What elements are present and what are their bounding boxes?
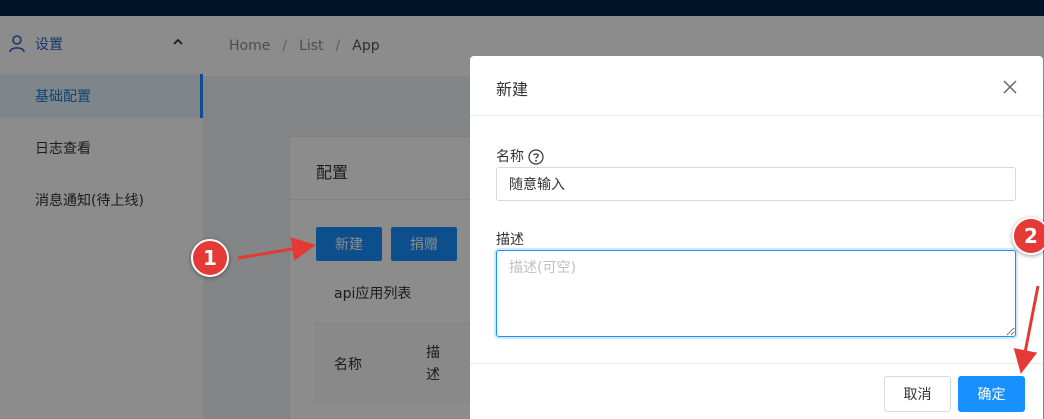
step-2-badge: 2	[1012, 217, 1044, 255]
new-dialog: 新建 名称 描述 取消 确定	[470, 56, 1043, 419]
name-label: 名称	[496, 149, 524, 165]
ok-button[interactable]: 确定	[958, 376, 1025, 412]
name-label-row: 名称	[496, 146, 544, 166]
step-1-badge: 1	[191, 239, 229, 277]
modal-header: 新建	[470, 56, 1043, 116]
modal-footer: 取消 确定	[470, 363, 1043, 419]
close-icon[interactable]	[1003, 80, 1017, 94]
description-label: 描述	[496, 232, 524, 248]
name-input[interactable]	[496, 167, 1016, 201]
top-bar	[0, 0, 1044, 16]
modal-title: 新建	[496, 80, 529, 99]
description-textarea[interactable]	[496, 250, 1016, 337]
question-circle-icon[interactable]	[528, 149, 544, 165]
cancel-button[interactable]: 取消	[884, 376, 951, 412]
